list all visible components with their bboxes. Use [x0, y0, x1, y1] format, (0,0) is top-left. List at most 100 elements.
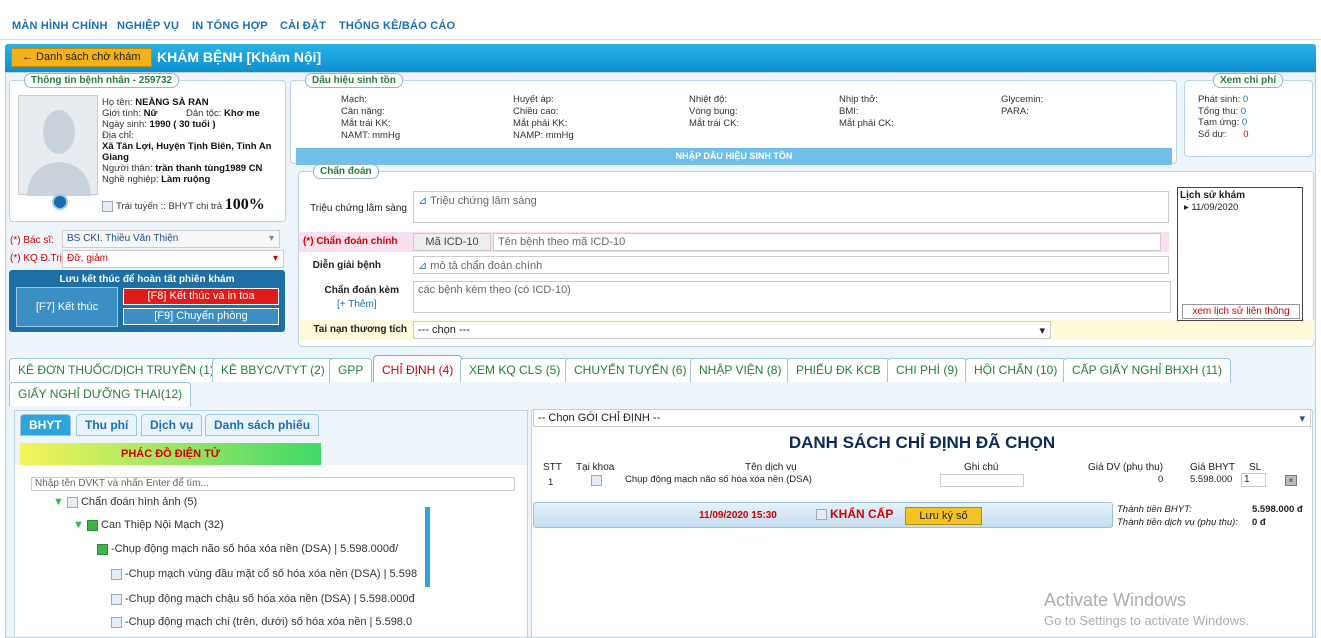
finish-print-button[interactable]: [F8] Kết thúc và in toa: [123, 288, 279, 305]
tab-sick-leave[interactable]: CẤP GIẤY NGHỈ BHXH (11): [1063, 358, 1232, 382]
order-datetime: 11/09/2020 15:30: [699, 510, 777, 521]
transfer-room-button[interactable]: [F9] Chuyển phòng: [123, 308, 279, 325]
sign-save-button[interactable]: Lưu ký số: [905, 507, 982, 525]
order-package-select[interactable]: -- Chọn GÓI CHỈ ĐỊNH -- ▾: [533, 409, 1311, 427]
kq-select[interactable]: Đỡ, giảm ▾: [62, 250, 284, 268]
tab-registration[interactable]: PHIẾU ĐK KCB: [787, 358, 890, 382]
temp-label: Nhiệt độ:: [689, 94, 728, 105]
nav-settings[interactable]: CÀI ĐẶT: [280, 20, 326, 32]
tree-item[interactable]: -Chụp mạch vùng đầu mặt cổ số hóa xóa nề…: [111, 568, 431, 580]
explain-input[interactable]: ⊿ mô tả chẩn đoán chính: [413, 256, 1169, 274]
row-dept-checkbox[interactable]: [591, 475, 602, 486]
tab-gpp[interactable]: GPP: [329, 358, 373, 382]
main-diagnosis-label: (*) Chẩn đoán chính: [303, 236, 397, 247]
namp-label: NAMP: mmHg: [513, 130, 574, 141]
tree-item[interactable]: -Chụp động mạch chi (trên, dưới) số hóa …: [111, 616, 431, 628]
col-price: Giá DV (phụ thu): [1088, 462, 1164, 473]
tab-orders[interactable]: CHỈ ĐỊNH (4): [373, 355, 463, 382]
referral-checkbox[interactable]: [102, 200, 113, 212]
job: Làm ruộng: [161, 174, 211, 185]
icd-code-input[interactable]: Mã ICD-10: [413, 233, 491, 251]
bp-label: Huyết áp:: [513, 94, 554, 105]
symptom-input[interactable]: ⊿ Triệu chứng lâm sàng: [413, 191, 1169, 223]
chevron-down-icon: ▾: [268, 233, 274, 244]
tree-group[interactable]: ▼ Can Thiệp Nội Mạch (32): [73, 519, 224, 531]
cost-advance: 0: [1241, 117, 1248, 128]
tab-bbyc[interactable]: KÊ BBYC/VTYT (2): [212, 358, 334, 382]
nav-home[interactable]: MÀN HÌNH CHÍNH: [12, 20, 108, 32]
cost-panel: Xem chi phí Phát sinh: 0 Tổng thu: 0 Tạm…: [1184, 73, 1313, 157]
vitals-col1: Mạch: Cân nặng: Mắt trái KK: NAMT: mmHg: [341, 94, 400, 142]
tab-transfer[interactable]: CHUYỂN TUYẾN (6): [565, 358, 696, 382]
right-eye-kk-label: Mắt phải KK:: [513, 118, 568, 129]
icd-name-input[interactable]: Tên bệnh theo mã ICD-10: [493, 233, 1161, 251]
explain-placeholder: mô tả chẩn đoán chính: [430, 260, 543, 272]
tree-group-checkbox[interactable]: [86, 519, 98, 531]
tree-item[interactable]: -Chụp động mạch não số hóa xóa nền (DSA)…: [97, 543, 425, 555]
finish-button[interactable]: [F7] Kết thúc: [16, 287, 118, 327]
enter-vitals-button[interactable]: NHẬP DẤU HIỆU SINH TỒN: [296, 148, 1172, 165]
bmi-label: BMI:: [839, 106, 859, 117]
tab-admission[interactable]: NHẬP VIỆN (8): [690, 358, 791, 382]
orders-title: DANH SÁCH CHỈ ĐỊNH ĐÃ CHỌN: [788, 433, 1056, 452]
total-bhyt-label: Thành tiền BHYT:: [1117, 504, 1192, 515]
tree-root-checkbox[interactable]: [66, 496, 78, 508]
tree-item-checkbox[interactable]: [111, 616, 122, 628]
protocol-button[interactable]: PHÁC ĐỒ ĐIỆN TỬ: [20, 443, 321, 465]
sub-diagnosis-input[interactable]: các bệnh kèm theo (có ICD-10): [413, 281, 1171, 313]
urgent-checkbox[interactable]: [816, 509, 827, 521]
bhyt-text: Trái tuyến :: BHYT chi trả: [116, 201, 223, 212]
activation-watermark-title: Activate Windows: [1044, 590, 1187, 610]
row-bhyt: 5.598.000: [1190, 474, 1233, 485]
tree-item-checkbox[interactable]: [111, 593, 122, 605]
page-title: KHÁM BỆNH [Khám Nội]: [157, 49, 322, 65]
tree-item[interactable]: -Chụp động mạch chậu số hóa xóa nền (DSA…: [111, 593, 431, 605]
accident-select[interactable]: --- chọn --- ▾: [413, 321, 1051, 339]
doctor-select[interactable]: BS CKI. Thiều Văn Thiện ▾: [62, 230, 280, 248]
linked-history-button[interactable]: xem lịch sử liên thông: [1182, 304, 1300, 319]
subtab-bhyt[interactable]: BHYT: [20, 414, 71, 436]
total-bhyt: 5.598.000 đ: [1252, 504, 1303, 515]
nav-reports[interactable]: THỐNG KÊ/BÁO CÁO: [339, 20, 455, 32]
tab-lab-results[interactable]: XEM KQ CLS (5): [460, 358, 570, 382]
add-sub-diagnosis-link[interactable]: [+ Thêm]: [337, 299, 377, 310]
urgent-toggle[interactable]: KHẨN CẤP: [816, 507, 893, 521]
tab-maternity-leave[interactable]: GIẤY NGHỈ DƯỠNG THAI(12): [9, 382, 192, 406]
row-note-input[interactable]: [940, 474, 1024, 487]
order-package-value: -- Chọn GÓI CHỈ ĐỊNH --: [538, 412, 661, 424]
row-service-name: Chụp động mạch não số hóa xóa nền (DSA): [625, 474, 812, 485]
tree-root[interactable]: ▼ Chẩn đoán hình ảnh (5): [53, 496, 197, 508]
diagnosis-panel: Chẩn đoán Triệu chứng lâm sàng ⊿ Triệu c…: [298, 164, 1314, 347]
gender: Nữ: [143, 108, 158, 119]
tab-consultation[interactable]: HỘI CHẨN (10): [965, 358, 1067, 382]
accident-label: Tai nạn thương tích: [313, 324, 407, 335]
tab-costs[interactable]: CHI PHÍ (9): [887, 358, 968, 382]
tree-item-label: -Chụp động mạch chậu số hóa xóa nền (DSA…: [125, 593, 415, 605]
sub-diagnosis-label: Chẩn đoán kèm: [324, 285, 399, 296]
total-dv: 0 đ: [1252, 517, 1266, 528]
bhyt-percent: 100%: [224, 196, 265, 213]
cost-legend[interactable]: Xem chi phí: [1213, 73, 1284, 88]
service-search-input[interactable]: Nhập tên DVKT và nhấn Enter để tìm...: [31, 477, 515, 491]
main-diagnosis-text: (*) Chẩn đoán chính: [303, 236, 398, 247]
back-to-queue-button[interactable]: ← Danh sách chờ khám: [11, 48, 152, 67]
history-panel: Lịch sử khám ▸ 11/09/2020 xem lịch sử li…: [1177, 187, 1303, 321]
subtab-service[interactable]: Dịch vụ: [141, 414, 203, 436]
delete-row-icon[interactable]: ×: [1285, 475, 1297, 486]
expand-icon: ▼: [53, 496, 64, 508]
subtab-fee[interactable]: Thu phí: [76, 414, 138, 436]
weight-label: Cân nặng:: [341, 106, 385, 117]
ethnic-label: Dân tộc:: [186, 108, 222, 119]
left-eye-kk-label: Mắt trái KK:: [341, 118, 391, 129]
row-qty-input[interactable]: 1: [1241, 473, 1266, 487]
nav-print[interactable]: IN TỔNG HỢP: [192, 20, 268, 32]
tree-item-checkbox[interactable]: [97, 543, 108, 555]
subtab-list[interactable]: Danh sách phiếu: [205, 414, 320, 436]
diagnosis-legend: Chẩn đoán: [313, 164, 379, 179]
tree-item-checkbox[interactable]: [111, 568, 122, 580]
history-item[interactable]: ▸ 11/09/2020: [1184, 202, 1238, 213]
title-bar: ← Danh sách chờ khám KHÁM BỆNH [Khám Nội…: [5, 44, 1316, 72]
history-date: 11/09/2020: [1191, 202, 1239, 213]
nav-business[interactable]: NGHIỆP VỤ: [117, 20, 179, 32]
tab-prescription[interactable]: KÊ ĐƠN THUỐC/DỊCH TRUYỀN (1): [9, 358, 223, 382]
